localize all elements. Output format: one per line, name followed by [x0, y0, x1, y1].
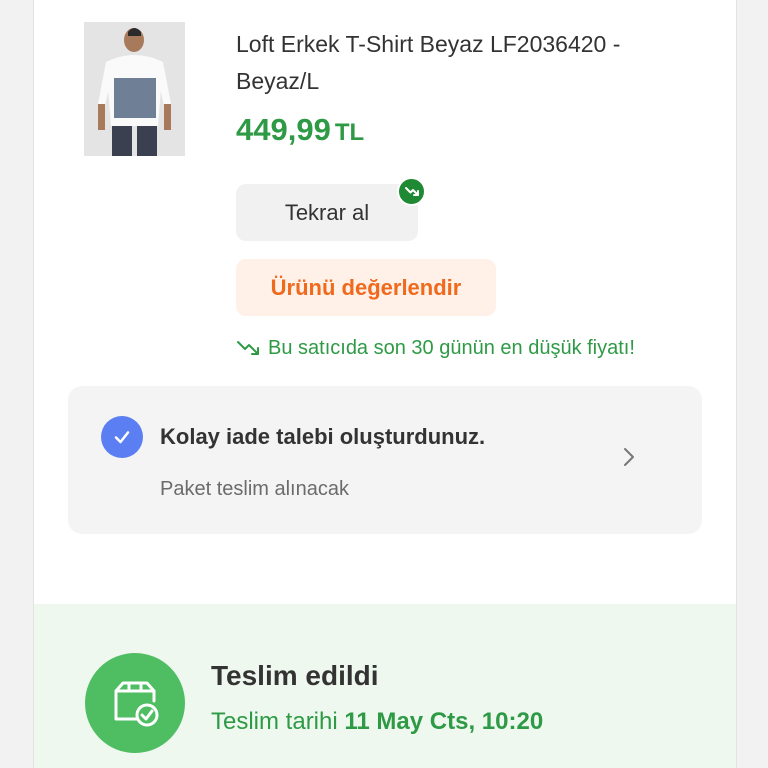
order-item-card: Loft Erkek T-Shirt Beyaz LF2036420 - Bey… [33, 0, 737, 768]
rebuy-button[interactable]: Tekrar al [236, 184, 418, 241]
delivery-date: Teslim tarihi 11 May Cts, 10:20 [211, 708, 543, 736]
product-title[interactable]: Loft Erkek T-Shirt Beyaz LF2036420 - Bey… [236, 26, 696, 100]
return-request-box[interactable]: Kolay iade talebi oluşturdunuz. Paket te… [68, 386, 702, 534]
chevron-right-icon [624, 448, 634, 466]
delivery-date-label: Teslim tarihi [211, 708, 338, 735]
delivery-status-title: Teslim edildi [211, 660, 379, 691]
delivery-status-section: Teslim edildi Teslim tarihi 11 May Cts, … [34, 604, 736, 768]
return-request-title: Kolay iade talebi oluşturdunuz. [160, 424, 486, 449]
return-request-subtitle: Paket teslim alınacak [160, 478, 349, 500]
price-currency: TL [334, 119, 365, 146]
product-image[interactable] [84, 22, 185, 156]
product-price: 449,99 TL [236, 112, 364, 148]
package-delivered-icon [85, 653, 185, 753]
rate-product-button[interactable]: Ürünü değerlendir [236, 259, 496, 316]
check-icon [101, 416, 143, 458]
delivery-date-value: 11 May Cts, 10:20 [344, 708, 544, 735]
tshirt-model-photo [84, 22, 185, 156]
lowest-price-text: Bu satıcıda son 30 günün en düşük fiyatı… [268, 337, 635, 359]
price-value: 449,99 [236, 112, 331, 147]
lowest-price-note: Bu satıcıda son 30 günün en düşük fiyatı… [236, 335, 676, 361]
price-down-icon [397, 177, 426, 206]
trend-down-icon [237, 341, 259, 355]
